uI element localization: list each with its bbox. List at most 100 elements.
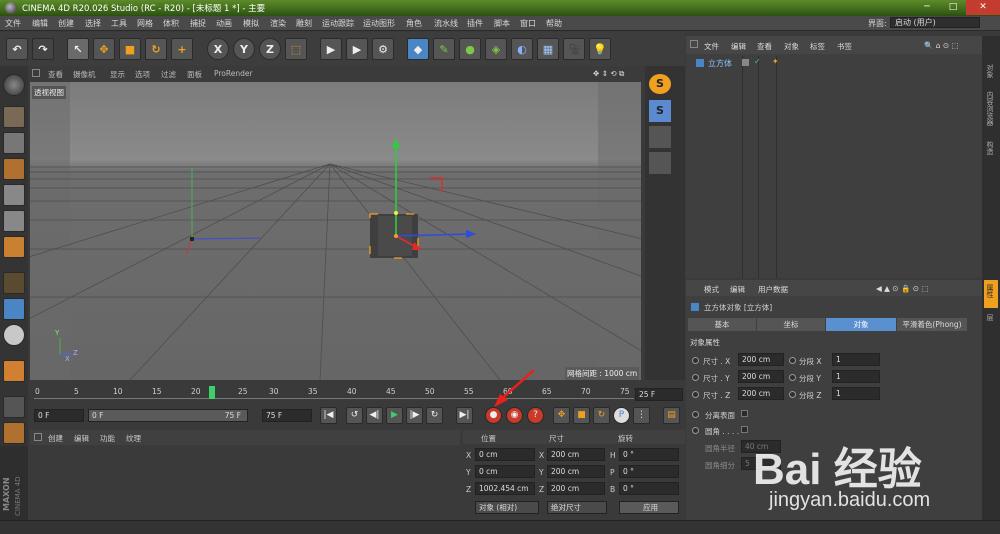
object-row-cube[interactable]: 立方体 ✓ ✦ [690, 57, 940, 69]
timeline-window-icon[interactable]: ▤ [663, 407, 680, 424]
obj-menu-file[interactable]: 文件 [704, 41, 719, 52]
side-tab-layers[interactable]: 层 [985, 314, 995, 321]
prop-size-z-field[interactable]: 200 cm [738, 387, 784, 400]
layout-select[interactable]: 启动 (用户) [890, 17, 980, 28]
coord-size-z-field[interactable]: 200 cm [547, 482, 605, 495]
menu-simulate[interactable]: 模拟 [243, 18, 259, 29]
menu-character[interactable]: 角色 [406, 18, 422, 29]
menu-tools[interactable]: 工具 [111, 18, 127, 29]
live-select-icon[interactable]: ↖ [67, 38, 89, 60]
points-mode-icon[interactable] [3, 184, 25, 206]
cube-primitive-icon[interactable]: ◆ [407, 38, 429, 60]
key-rotation-icon[interactable]: ↻ [593, 407, 610, 424]
planar-workplane-icon[interactable] [3, 422, 25, 444]
close-button[interactable]: ✕ [966, 0, 1000, 15]
tab-object[interactable]: 对象 [826, 318, 896, 331]
x-axis-lock-button[interactable]: X [207, 38, 229, 60]
script-s2-icon[interactable]: S [649, 100, 671, 122]
side-tab-content-browser[interactable]: 内容浏览器 [985, 91, 995, 126]
tag-icon[interactable]: ✦ [772, 57, 779, 66]
viewport-menu-display[interactable]: 显示 [110, 69, 125, 80]
timeline-ruler[interactable]: 0 5 10 15 20 25 30 35 40 45 50 55 60 65 … [30, 384, 642, 404]
create-tool-icon[interactable]: + [171, 38, 193, 60]
y-axis-lock-button[interactable]: Y [233, 38, 255, 60]
axis-mode-icon[interactable] [3, 272, 25, 294]
key-scale-icon[interactable]: ■ [573, 407, 590, 424]
menu-mograph[interactable]: 运动图形 [363, 18, 395, 29]
render-settings-icon[interactable]: ⚙ [372, 38, 394, 60]
menu-select[interactable]: 选择 [85, 18, 101, 29]
camera-icon[interactable]: 🎥 [563, 38, 585, 60]
key-pla-icon[interactable]: ⋮ [633, 407, 650, 424]
prop-size-x-field[interactable]: 200 cm [738, 353, 784, 366]
texture-mode-icon[interactable] [3, 132, 25, 154]
coord-mode-select[interactable]: 对象 (相对) [475, 501, 539, 514]
tool-a-icon[interactable] [649, 126, 671, 148]
menu-motion-tracker[interactable]: 运动跟踪 [322, 18, 354, 29]
menu-snap[interactable]: 捕捉 [190, 18, 206, 29]
object-name[interactable]: 立方体 [708, 58, 732, 69]
coord-size-mode-select[interactable]: 绝对尺寸 [547, 501, 607, 514]
previous-frame-icon[interactable]: ◀| [366, 407, 383, 424]
tab-coord[interactable]: 坐标 [757, 318, 825, 331]
script-s-icon[interactable]: S [649, 74, 671, 94]
enabled-check-icon[interactable]: ✓ [754, 57, 761, 66]
obj-menu-edit[interactable]: 编辑 [731, 41, 746, 52]
prop-seg-x-field[interactable]: 1 [832, 353, 880, 366]
go-to-end-icon[interactable]: ▶| [456, 407, 473, 424]
tweak-mode-icon[interactable] [3, 298, 25, 320]
coord-rot-h-field[interactable]: 0 ° [619, 448, 679, 461]
menu-mesh[interactable]: 网格 [137, 18, 153, 29]
obj-menu-objects[interactable]: 对象 [784, 41, 799, 52]
viewport-menu-filter[interactable]: 过滤 [161, 69, 176, 80]
material-menu-texture[interactable]: 纹理 [126, 433, 141, 444]
render-view-icon[interactable]: ▶ [320, 38, 342, 60]
tab-basic[interactable]: 基本 [688, 318, 756, 331]
viewport-menu-panel[interactable]: 面板 [187, 69, 202, 80]
viewport-menu-prorender[interactable]: ProRender [214, 69, 253, 78]
scale-icon[interactable]: ■ [119, 38, 141, 60]
rotate-icon[interactable]: ↻ [145, 38, 167, 60]
coord-size-x-field[interactable]: 200 cm [547, 448, 605, 461]
layer-icon[interactable] [742, 59, 749, 66]
material-menu-function[interactable]: 功能 [100, 433, 115, 444]
key-position-icon[interactable]: ✥ [553, 407, 570, 424]
lock-workplane-icon[interactable] [3, 396, 25, 418]
maximize-button[interactable]: □ [940, 0, 966, 15]
prop-size-x-radio[interactable] [692, 357, 699, 364]
menu-render[interactable]: 渲染 [270, 18, 286, 29]
prop-seg-y-field[interactable]: 1 [832, 370, 880, 383]
separate-radio[interactable] [692, 411, 699, 418]
obj-menu-tags[interactable]: 标签 [810, 41, 825, 52]
perspective-viewport[interactable] [30, 82, 641, 380]
previous-key-icon[interactable]: ↺ [346, 407, 363, 424]
attr-nav-icons[interactable]: ◀ ▲ ⊙ 🔒 ⊙ ⬚ [876, 284, 928, 293]
workplane-icon[interactable] [3, 158, 25, 180]
redo-icon[interactable]: ↷ [32, 38, 54, 60]
menu-script[interactable]: 脚本 [494, 18, 510, 29]
snap-icon[interactable] [3, 324, 25, 346]
polygons-mode-icon[interactable] [3, 236, 25, 258]
tab-phong[interactable]: 平滑着色(Phong) [897, 318, 967, 331]
prop-seg-z-radio[interactable] [789, 391, 796, 398]
menu-edit[interactable]: 编辑 [32, 18, 48, 29]
spline-pen-icon[interactable]: ✎ [433, 38, 455, 60]
deformer-icon[interactable]: ◐ [511, 38, 533, 60]
side-tab-structure[interactable]: 构造 [985, 141, 995, 155]
menu-window[interactable]: 窗口 [520, 18, 536, 29]
end-frame-field[interactable]: 75 F [262, 409, 312, 422]
prop-seg-z-field[interactable]: 1 [832, 387, 880, 400]
array-icon[interactable]: ◈ [485, 38, 507, 60]
material-menu-edit[interactable]: 编辑 [74, 433, 89, 444]
viewport-navigation-icons[interactable]: ✥ ⇕ ⟲ ⧉ [593, 69, 624, 79]
separate-checkbox[interactable] [741, 410, 748, 417]
obj-menu-view[interactable]: 查看 [757, 41, 772, 52]
next-key-icon[interactable]: ↻ [426, 407, 443, 424]
coord-pos-x-field[interactable]: 0 cm [475, 448, 535, 461]
timeline-playhead[interactable] [208, 386, 215, 399]
coord-pos-y-field[interactable]: 0 cm [475, 465, 535, 478]
tool-b-icon[interactable] [649, 152, 671, 174]
magnet-icon[interactable] [3, 360, 25, 382]
menu-create[interactable]: 创建 [58, 18, 74, 29]
menu-plugins[interactable]: 插件 [467, 18, 483, 29]
